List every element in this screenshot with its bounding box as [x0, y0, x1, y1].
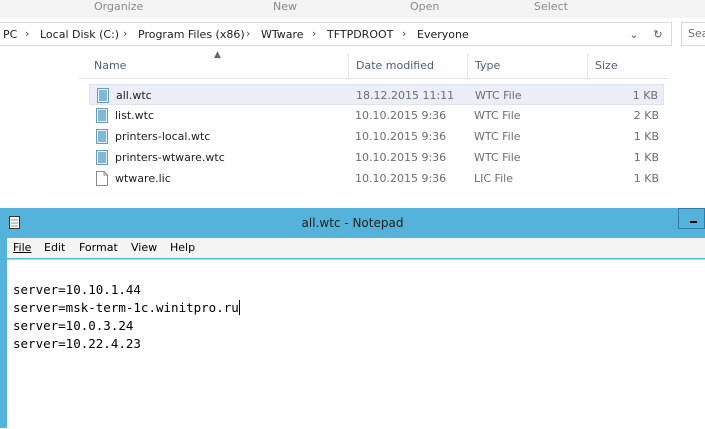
wtc-file-icon — [96, 150, 108, 165]
minimize-icon — [690, 221, 697, 223]
menu-help-label: Help — [170, 241, 196, 254]
address-bar[interactable]: PC › Local Disk (C:) › Program Files (x8… — [0, 22, 672, 46]
chevron-right-icon[interactable]: › — [402, 27, 406, 40]
column-header-date[interactable]: Date modified — [356, 59, 434, 72]
file-row[interactable]: all.wtc 18.12.2015 11:11 WTC File 1 KB — [89, 84, 664, 105]
ribbon-open-label[interactable]: Open — [410, 0, 439, 13]
file-size: 1 KB — [633, 151, 659, 164]
text-line: server=10.22.4.23 — [13, 336, 141, 351]
file-size: 1 KB — [633, 172, 659, 185]
blank-file-icon — [96, 171, 108, 186]
menu-file-label: File — [13, 241, 32, 254]
minimize-button[interactable] — [678, 208, 705, 229]
menu-view[interactable]: View — [131, 241, 157, 254]
file-size: 1 KB — [632, 89, 658, 102]
file-name: printers-wtware.wtc — [115, 151, 225, 164]
file-row[interactable]: printers-wtware.wtc 10.10.2015 9:36 WTC … — [89, 147, 664, 168]
ribbon-organize-label[interactable]: Organize — [94, 0, 143, 13]
file-row[interactable]: wtware.lic 10.10.2015 9:36 LIC File 1 KB — [89, 168, 664, 189]
breadcrumb-local-disk[interactable]: Local Disk (C:) — [40, 28, 119, 41]
file-type: WTC File — [474, 109, 521, 122]
search-input[interactable]: Sea — [681, 22, 705, 46]
file-date: 10.10.2015 9:36 — [355, 172, 447, 185]
chevron-down-icon[interactable]: ⌄ — [625, 26, 643, 44]
column-header-size[interactable]: Size — [595, 59, 618, 72]
menu-edit-label: Edit — [44, 241, 66, 254]
breadcrumb-wtware[interactable]: WTware — [261, 28, 304, 41]
file-name: printers-local.wtc — [115, 130, 211, 143]
notepad-titlebar[interactable]: all.wtc - Notepad — [0, 208, 705, 236]
ribbon-select-label[interactable]: Select — [534, 0, 568, 13]
file-size: 2 KB — [633, 109, 659, 122]
file-name: list.wtc — [115, 109, 155, 122]
chevron-right-icon[interactable]: › — [123, 27, 127, 40]
breadcrumb-program-files[interactable]: Program Files (x86) — [138, 28, 245, 41]
menu-format[interactable]: Format — [79, 241, 118, 254]
file-date: 10.10.2015 9:36 — [355, 151, 447, 164]
file-type: WTC File — [474, 151, 521, 164]
file-row[interactable]: list.wtc 10.10.2015 9:36 WTC File 2 KB — [89, 105, 664, 126]
chevron-right-icon[interactable]: › — [25, 27, 29, 40]
column-header-type[interactable]: Type — [475, 59, 500, 72]
column-divider[interactable] — [587, 54, 588, 78]
window-title: all.wtc - Notepad — [301, 216, 404, 230]
file-date: 10.10.2015 9:36 — [355, 130, 447, 143]
breadcrumb-pc[interactable]: PC — [3, 28, 17, 41]
refresh-icon[interactable]: ↻ — [649, 26, 667, 44]
breadcrumb-tftpdroot[interactable]: TFTPDROOT — [327, 28, 393, 41]
menu-edit[interactable]: Edit — [44, 241, 65, 254]
ribbon-new-label[interactable]: New — [273, 0, 297, 13]
wtc-file-icon — [97, 88, 109, 103]
text-caret — [238, 300, 240, 315]
file-date: 10.10.2015 9:36 — [355, 109, 447, 122]
column-divider[interactable] — [467, 54, 468, 78]
file-name: all.wtc — [116, 89, 152, 102]
file-type: WTC File — [475, 89, 522, 102]
chevron-right-icon[interactable]: › — [312, 27, 316, 40]
search-placeholder: Sea — [688, 27, 705, 40]
wtc-file-icon — [96, 108, 108, 123]
wtc-file-icon — [96, 129, 108, 144]
file-date: 18.12.2015 11:11 — [356, 89, 455, 102]
file-list-header: ▲ Name Date modified Type Size — [79, 50, 669, 79]
menu-format-label: Format — [79, 241, 118, 254]
file-row[interactable]: printers-local.wtc 10.10.2015 9:36 WTC F… — [89, 126, 664, 147]
text-editor[interactable]: server=10.10.1.44 server=msk-term-1c.win… — [7, 259, 705, 429]
column-divider[interactable] — [348, 54, 349, 78]
notepad-window: all.wtc - Notepad File Edit Format View … — [0, 208, 705, 429]
menu-help[interactable]: Help — [170, 241, 195, 254]
breadcrumb-everyone[interactable]: Everyone — [417, 28, 469, 41]
column-header-name[interactable]: Name — [94, 59, 126, 72]
text-line-content: server=msk-term-1c.winitpro.ru — [13, 300, 239, 315]
explorer-ribbon: Organize New Open Select — [0, 0, 705, 18]
file-type: WTC File — [474, 130, 521, 143]
sort-ascending-icon: ▲ — [214, 50, 221, 60]
text-line: server=msk-term-1c.winitpro.ru — [13, 300, 240, 315]
menu-view-label: View — [131, 241, 158, 254]
file-type: LIC File — [474, 172, 513, 185]
chevron-right-icon[interactable]: › — [246, 27, 250, 40]
text-line: server=10.0.3.24 — [13, 318, 134, 333]
menu-file[interactable]: File — [13, 241, 31, 254]
file-name: wtware.lic — [115, 172, 171, 185]
text-line: server=10.10.1.44 — [13, 282, 141, 297]
file-size: 1 KB — [633, 130, 659, 143]
menu-bar: File Edit Format View Help — [7, 238, 705, 258]
address-row: PC › Local Disk (C:) › Program Files (x8… — [0, 20, 705, 48]
